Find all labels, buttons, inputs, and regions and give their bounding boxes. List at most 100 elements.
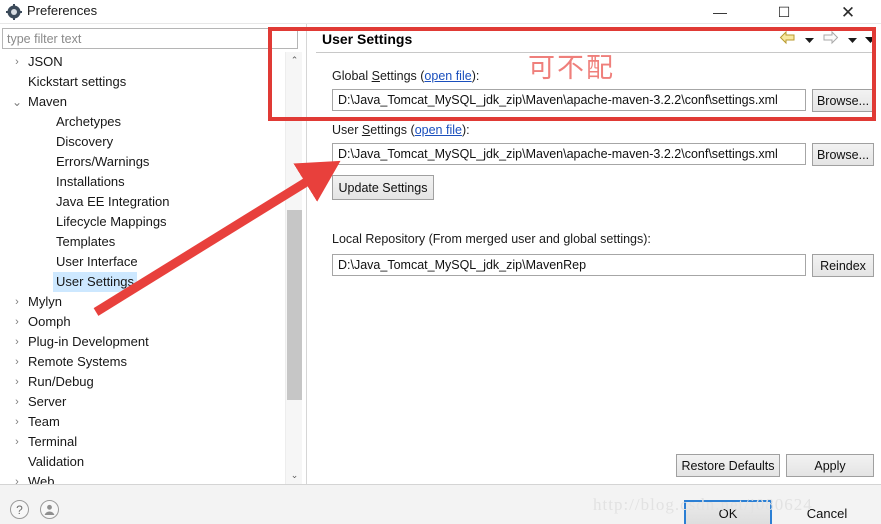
- user-settings-browse-button[interactable]: Browse...: [812, 143, 874, 166]
- forward-arrow-icon[interactable]: [822, 30, 839, 50]
- view-menu-chevron-down-icon[interactable]: [865, 31, 876, 49]
- tree-item-label: Kickstart settings: [28, 74, 127, 89]
- tree-item-label: Maven: [28, 94, 68, 109]
- update-settings-button[interactable]: Update Settings: [332, 175, 434, 200]
- tree-item-templates[interactable]: Templates: [2, 232, 305, 252]
- apply-button[interactable]: Apply: [786, 454, 874, 477]
- tree-item-label: Remote Systems: [28, 354, 127, 369]
- tree-item-label: Web: [28, 474, 55, 484]
- preferences-dialog: Preferences — ☐ ✕ type filter text › JSON…: [0, 0, 881, 524]
- minimize-button[interactable]: —: [697, 0, 743, 24]
- user-settings-label: User Settings (open file):: [332, 123, 470, 137]
- tree-item-label: User Interface: [56, 254, 138, 269]
- back-arrow-icon[interactable]: [779, 30, 796, 50]
- tree-item-maven[interactable]: ⌄ Maven: [2, 92, 305, 112]
- tree-scrollbar[interactable]: ⌃ ⌄: [285, 52, 302, 484]
- tree-item-plug-in-development[interactable]: › Plug-in Development: [2, 332, 305, 352]
- user-settings-path-input[interactable]: D:\Java_Tomcat_MySQL_jdk_zip\Maven\apach…: [332, 143, 806, 165]
- chevron-right-icon[interactable]: ›: [8, 372, 26, 392]
- tree-item-user-settings[interactable]: User Settings: [2, 272, 305, 292]
- global-settings-label: Global Settings (open file):: [332, 69, 479, 83]
- tree-item-label: Terminal: [28, 434, 78, 449]
- watermark-text: http://blog.csdn.net/j080624: [593, 495, 813, 514]
- global-settings-browse-button[interactable]: Browse...: [812, 89, 874, 112]
- global-settings-path-input[interactable]: D:\Java_Tomcat_MySQL_jdk_zip\Maven\apach…: [332, 89, 806, 111]
- tree-item-discovery[interactable]: Discovery: [2, 132, 305, 152]
- chevron-right-icon[interactable]: ›: [8, 412, 26, 432]
- help-icon[interactable]: ?: [10, 500, 29, 519]
- tree-item-installations[interactable]: Installations: [2, 172, 305, 192]
- tree-item-label: Server: [28, 394, 67, 409]
- filter-input[interactable]: type filter text: [2, 28, 298, 49]
- tree-item-web[interactable]: › Web: [2, 472, 305, 484]
- user-settings-mnemonic: S: [361, 123, 371, 137]
- page-nav-toolbar: [775, 30, 876, 48]
- tree-item-remote-systems[interactable]: › Remote Systems: [2, 352, 305, 372]
- preferences-icon: [6, 4, 22, 20]
- user-settings-page: User Settings Global Settings (open file…: [312, 26, 878, 456]
- back-menu-chevron-down-icon[interactable]: [804, 31, 814, 49]
- tree-item-server[interactable]: › Server: [2, 392, 305, 412]
- global-settings-label-end: ):: [471, 69, 480, 83]
- tree-item-validation[interactable]: Validation: [2, 452, 305, 472]
- tree-item-archetypes[interactable]: Archetypes: [2, 112, 305, 132]
- maximize-button[interactable]: ☐: [761, 0, 807, 24]
- tree-item-java-ee-integration[interactable]: Java EE Integration: [2, 192, 305, 212]
- chevron-right-icon[interactable]: ›: [8, 432, 26, 452]
- local-repository-path-input[interactable]: D:\Java_Tomcat_MySQL_jdk_zip\MavenRep: [332, 254, 806, 276]
- tree-item-label: Mylyn: [28, 294, 62, 309]
- chevron-right-icon[interactable]: ›: [8, 352, 26, 372]
- tree-item-label: User Settings: [53, 272, 138, 292]
- tree-item-json[interactable]: › JSON: [2, 52, 305, 72]
- scroll-up-arrow-icon[interactable]: ⌃: [286, 52, 303, 69]
- tree-item-team[interactable]: › Team: [2, 412, 305, 432]
- chevron-right-icon[interactable]: ›: [8, 332, 26, 352]
- forward-menu-chevron-down-icon[interactable]: [847, 31, 857, 49]
- tree-item-kickstart-settings[interactable]: Kickstart settings: [2, 72, 305, 92]
- global-settings-label-after: ettings (: [379, 69, 425, 83]
- tree-item-run-debug[interactable]: › Run/Debug: [2, 372, 305, 392]
- user-settings-label-end: ):: [461, 123, 470, 137]
- user-settings-open-file-link[interactable]: open file: [415, 123, 462, 137]
- tree-item-label: Oomph: [28, 314, 71, 329]
- reindex-button[interactable]: Reindex: [812, 254, 874, 277]
- tree-item-mylyn[interactable]: › Mylyn: [2, 292, 305, 312]
- title-bar: Preferences — ☐ ✕: [0, 0, 881, 24]
- tree-item-label: Run/Debug: [28, 374, 94, 389]
- tree-item-errors-warnings[interactable]: Errors/Warnings: [2, 152, 305, 172]
- tree-item-label: Plug-in Development: [28, 334, 149, 349]
- account-icon[interactable]: [40, 500, 59, 519]
- global-settings-open-file-link[interactable]: open file: [424, 69, 471, 83]
- tree-item-label: Validation: [28, 454, 85, 469]
- tree-item-label: Discovery: [56, 134, 114, 149]
- tree-item-terminal[interactable]: › Terminal: [2, 432, 305, 452]
- close-button[interactable]: ✕: [825, 0, 871, 24]
- global-settings-label-before: Global: [332, 69, 372, 83]
- restore-defaults-button[interactable]: Restore Defaults: [676, 454, 780, 477]
- settings-tree[interactable]: › JSON Kickstart settings ⌄ Maven Archetypes D…: [2, 52, 305, 484]
- tree-item-label: Errors/Warnings: [56, 154, 150, 169]
- chevron-down-icon[interactable]: ⌄: [8, 92, 26, 112]
- tree-item-lifecycle-mappings[interactable]: Lifecycle Mappings: [2, 212, 305, 232]
- chevron-right-icon[interactable]: ›: [8, 392, 26, 412]
- chevron-right-icon[interactable]: ›: [8, 472, 26, 484]
- tree-item-oomph[interactable]: › Oomph: [2, 312, 305, 332]
- chevron-right-icon[interactable]: ›: [8, 292, 26, 312]
- tree-item-label: Installations: [56, 174, 125, 189]
- tree-item-label: JSON: [28, 54, 63, 69]
- tree-item-user-interface[interactable]: User Interface: [2, 252, 305, 272]
- scroll-down-arrow-icon[interactable]: ⌄: [286, 467, 303, 484]
- chevron-right-icon[interactable]: ›: [8, 52, 26, 72]
- chevron-right-icon[interactable]: ›: [8, 312, 26, 332]
- scrollbar-thumb[interactable]: [287, 210, 302, 400]
